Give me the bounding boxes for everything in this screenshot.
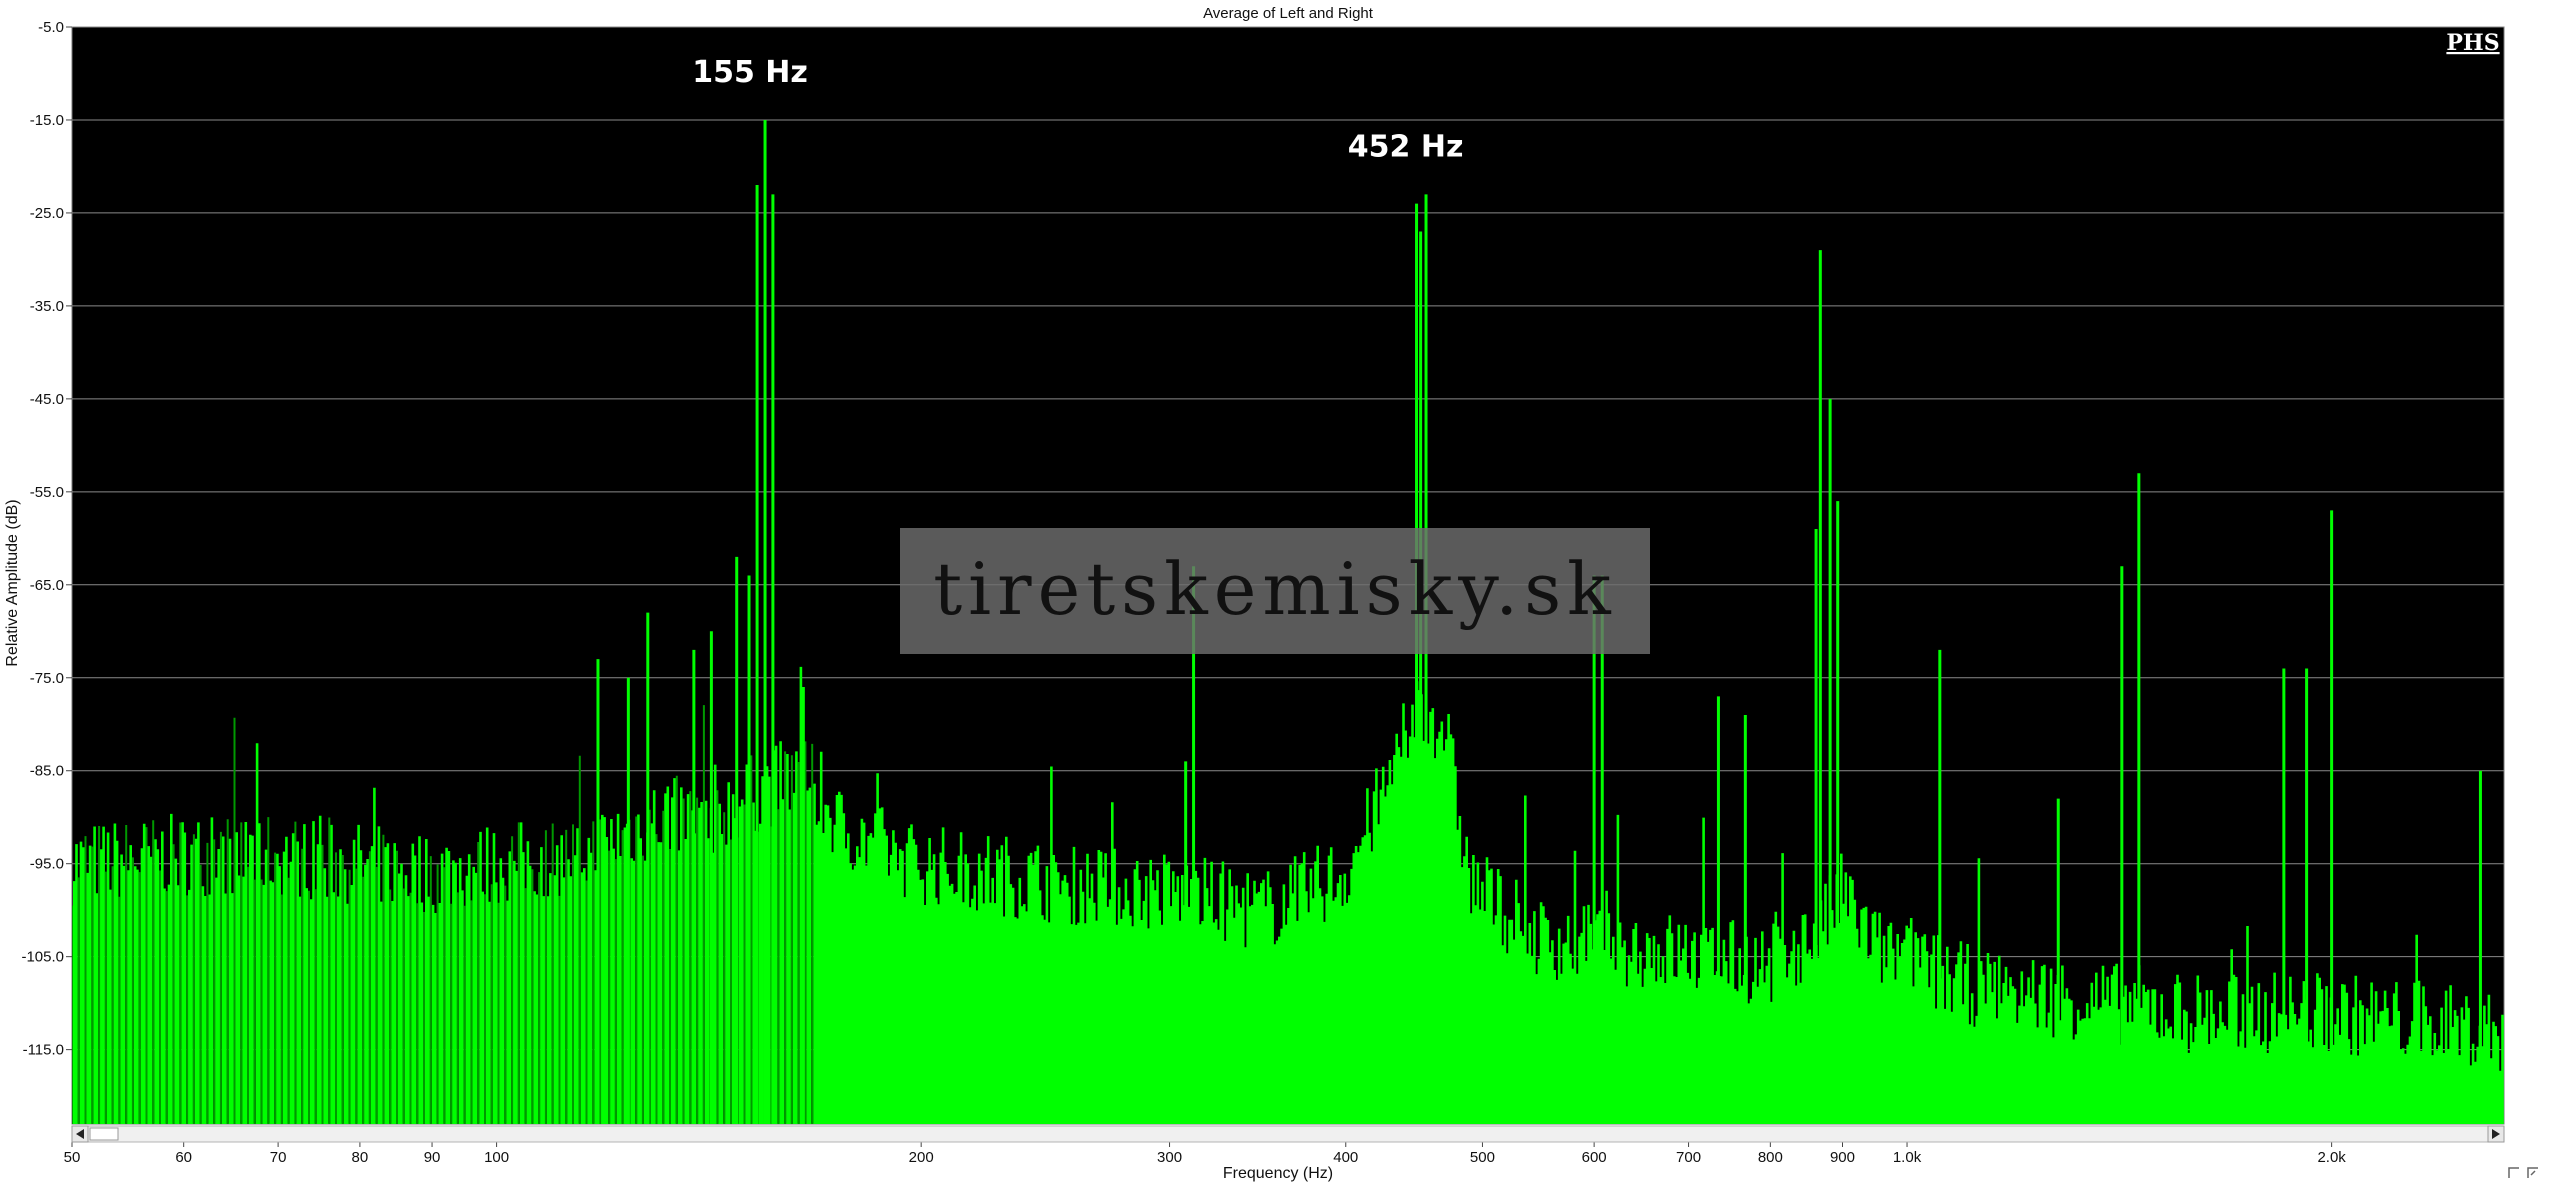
- peak-annotation: 452 Hz: [1348, 129, 1464, 164]
- x-tick-label: 100: [484, 1149, 509, 1166]
- y-tick-label: -25.0: [30, 205, 64, 222]
- y-tick-label: -75.0: [30, 670, 64, 687]
- x-tick-label: 60: [175, 1149, 192, 1166]
- y-tick-label: -85.0: [30, 763, 64, 780]
- x-tick-label: 200: [909, 1149, 934, 1166]
- x-tick-label: 400: [1333, 1149, 1358, 1166]
- y-tick-label: -45.0: [30, 391, 64, 408]
- x-tick-label: 2.0k: [2317, 1149, 2346, 1166]
- scroll-thumb[interactable]: [89, 1127, 119, 1141]
- y-tick-label: -105.0: [21, 949, 64, 966]
- watermark-text: tiretskemisky.sk: [933, 547, 1617, 631]
- horizontal-scrollbar[interactable]: [71, 1125, 2505, 1143]
- y-tick-label: -55.0: [30, 484, 64, 501]
- x-tick-label: 80: [352, 1149, 369, 1166]
- x-tick-label: 1.0k: [1893, 1149, 1922, 1166]
- x-tick-label: 800: [1758, 1149, 1783, 1166]
- x-tick-label: 50: [64, 1149, 81, 1166]
- x-tick-label: 500: [1470, 1149, 1495, 1166]
- y-tick-label: -15.0: [30, 112, 64, 129]
- watermark: tiretskemisky.sk: [900, 528, 1650, 654]
- y-axis-label: Relative Amplitude (dB): [4, 499, 21, 666]
- y-tick-label: -115.0: [23, 1042, 64, 1059]
- scrollbar-track[interactable]: [71, 1125, 2505, 1143]
- y-tick-label: -65.0: [30, 577, 64, 594]
- x-tick-label: 900: [1830, 1149, 1855, 1166]
- x-tick-label: 600: [1582, 1149, 1607, 1166]
- x-tick-label: 70: [270, 1149, 287, 1166]
- x-tick-label: 700: [1676, 1149, 1701, 1166]
- x-tick-label: 90: [424, 1149, 441, 1166]
- peak-annotation: 155 Hz: [692, 55, 808, 90]
- x-axis-label: Frequency (Hz): [1223, 1165, 1333, 1182]
- y-tick-label: -5.0: [38, 19, 64, 36]
- y-tick-label: -35.0: [30, 298, 64, 315]
- spectrum-chart: Average of Left and Right -5.0 -15.0 -25.0…: [0, 0, 2550, 1183]
- y-tick-label: -95.0: [30, 856, 64, 873]
- phs-logo: PHS: [2446, 30, 2499, 56]
- x-tick-label: 300: [1157, 1149, 1182, 1166]
- chart-title: Average of Left and Right: [1203, 5, 1374, 22]
